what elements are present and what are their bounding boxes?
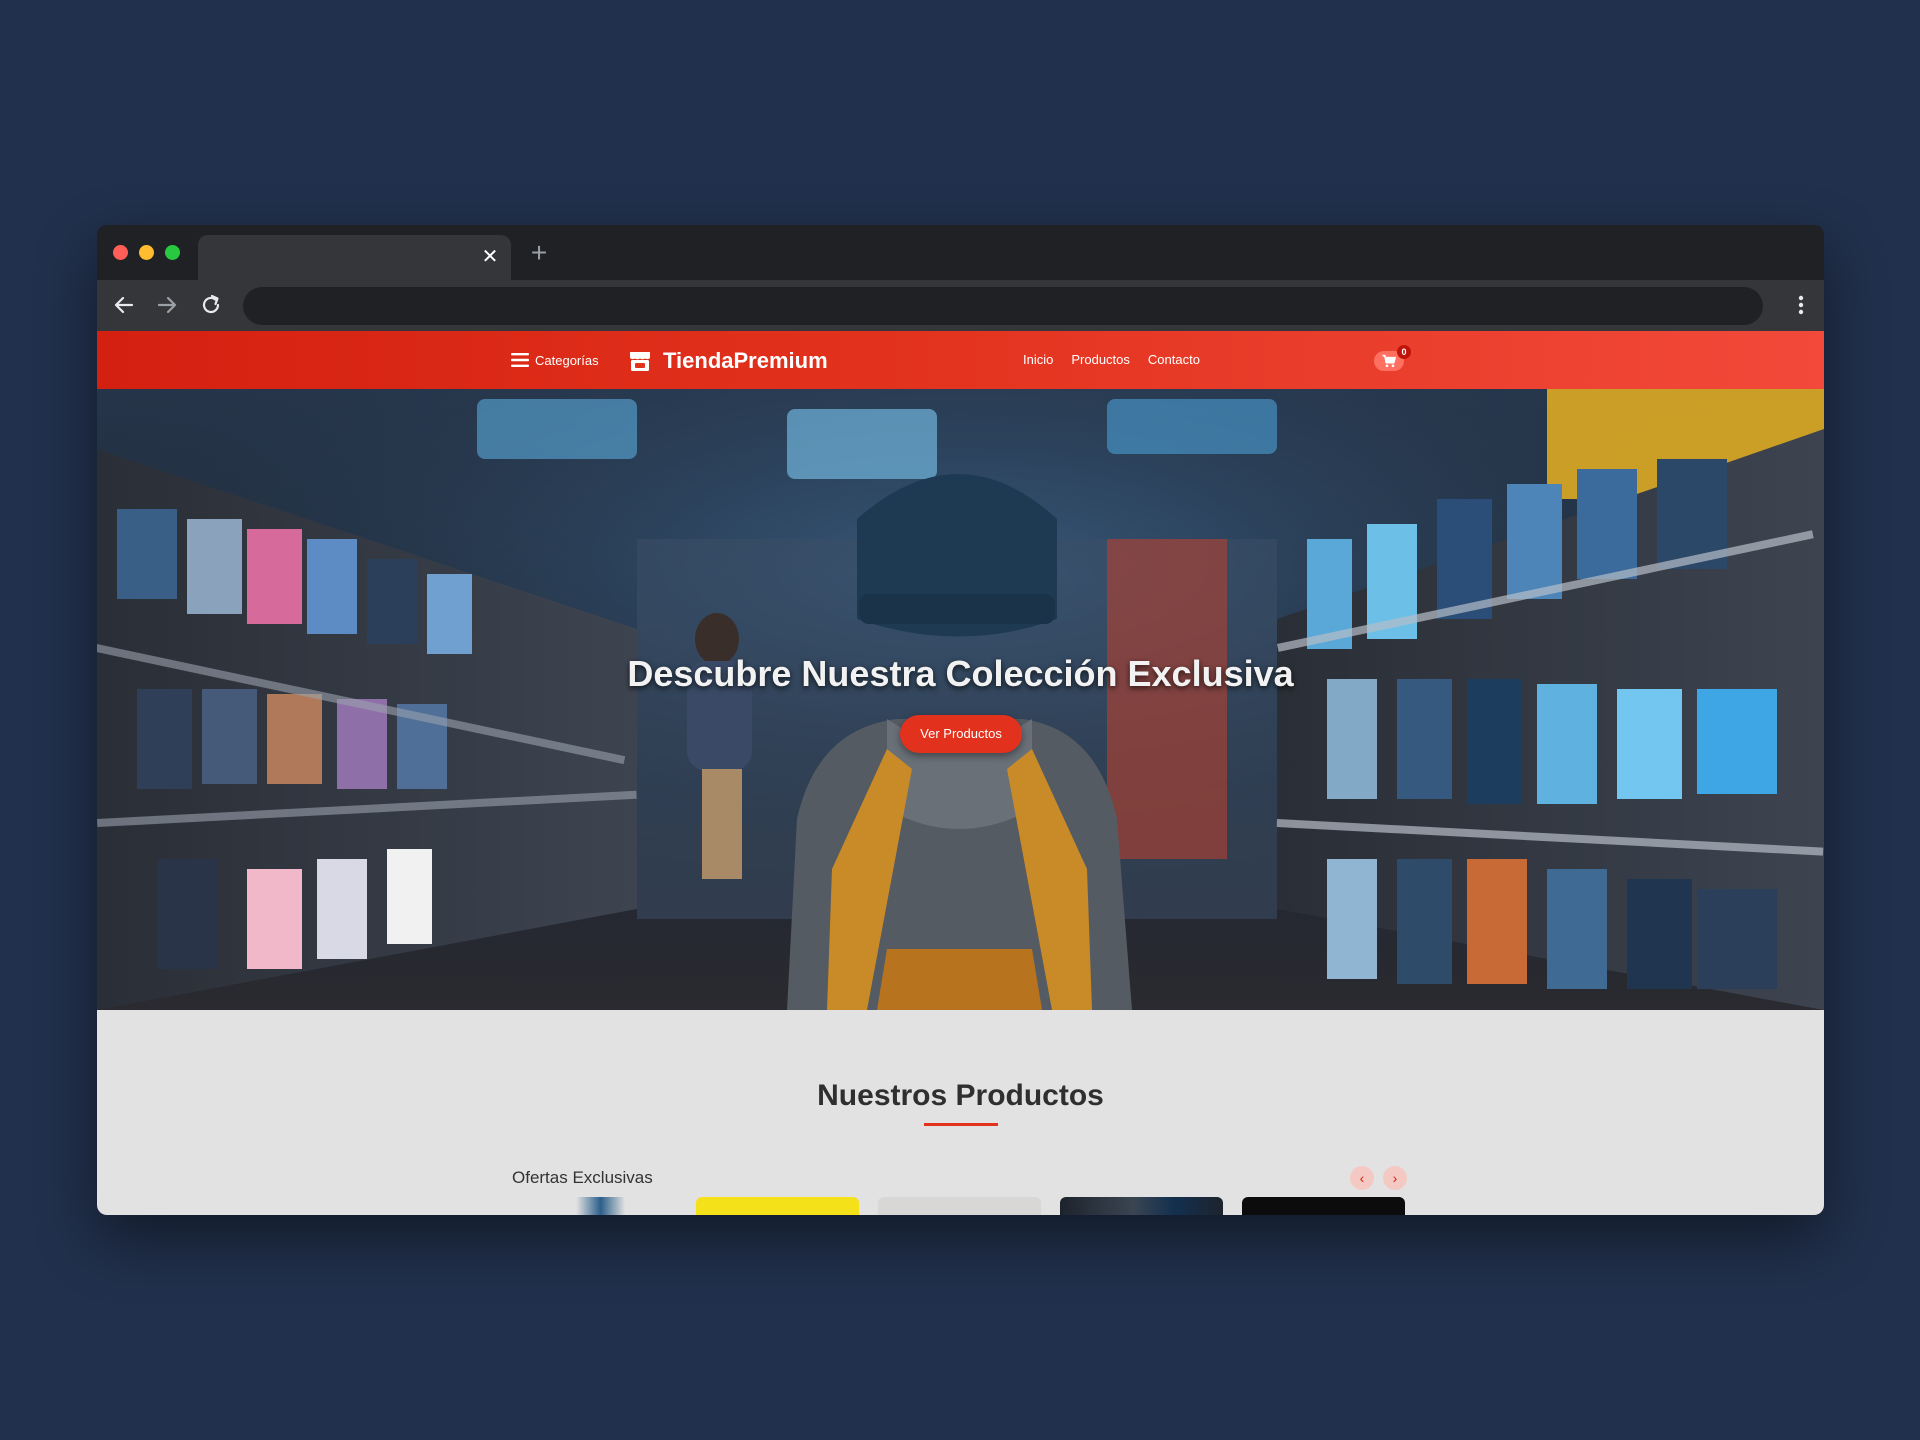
hamburger-icon: [511, 353, 529, 367]
new-tab-button[interactable]: +: [525, 239, 553, 267]
reload-icon: [202, 294, 220, 314]
carousel-next-button[interactable]: ›: [1383, 1166, 1407, 1190]
kebab-menu-icon: [1798, 295, 1804, 315]
categories-button[interactable]: Categorías: [511, 349, 599, 371]
product-card-3[interactable]: [878, 1197, 1041, 1215]
browser-titlebar: ✕ +: [97, 225, 1824, 280]
products-section-title: Nuestros Productos: [817, 1079, 1104, 1112]
brand-logo-link[interactable]: TiendaPremium: [628, 346, 828, 376]
browser-window: ✕ + Categorías TiendaPremium Inicio Prod…: [97, 225, 1824, 1215]
hero-background-image: [97, 389, 1824, 1010]
shopping-cart-icon: [1382, 354, 1396, 368]
forward-button[interactable]: [154, 292, 180, 318]
back-button[interactable]: [111, 292, 137, 318]
store-icon: [630, 352, 650, 371]
page-viewport: Categorías TiendaPremium Inicio Producto…: [97, 331, 1824, 1215]
view-products-button[interactable]: Ver Productos: [900, 715, 1022, 753]
browser-toolbar: [97, 280, 1824, 331]
maximize-window-button[interactable]: [165, 245, 180, 260]
main-nav: Inicio Productos Contacto: [1023, 352, 1218, 367]
brand-name: TiendaPremium: [663, 348, 828, 373]
product-card-4[interactable]: [1060, 1197, 1223, 1215]
nav-link-productos[interactable]: Productos: [1071, 352, 1130, 367]
offers-label: Ofertas Exclusivas: [512, 1168, 653, 1187]
nav-link-contacto[interactable]: Contacto: [1148, 352, 1200, 367]
close-tab-icon[interactable]: ✕: [479, 246, 501, 268]
minimize-window-button[interactable]: [139, 245, 154, 260]
product-card-5[interactable]: [1242, 1197, 1405, 1215]
section-title-underline: [924, 1123, 998, 1126]
nav-link-inicio[interactable]: Inicio: [1023, 352, 1053, 367]
browser-tab[interactable]: ✕: [198, 235, 511, 280]
cart-button[interactable]: 0: [1374, 345, 1411, 371]
product-card-2[interactable]: [696, 1197, 859, 1215]
carousel-prev-button[interactable]: ‹: [1350, 1166, 1374, 1190]
product-card-1[interactable]: [511, 1197, 674, 1215]
categories-label: Categorías: [535, 352, 599, 368]
cart-count-badge: 0: [1397, 345, 1411, 359]
browser-menu-button[interactable]: [1796, 292, 1806, 318]
address-bar[interactable]: [243, 287, 1763, 325]
close-window-button[interactable]: [113, 245, 128, 260]
hero-banner: Descubre Nuestra Colección Exclusiva Ver…: [97, 389, 1824, 1010]
hero-title: Descubre Nuestra Colección Exclusiva: [627, 653, 1294, 694]
site-header: Categorías TiendaPremium Inicio Producto…: [97, 331, 1824, 389]
arrow-right-icon: [157, 296, 177, 314]
arrow-left-icon: [114, 296, 134, 314]
reload-button[interactable]: [198, 292, 224, 318]
